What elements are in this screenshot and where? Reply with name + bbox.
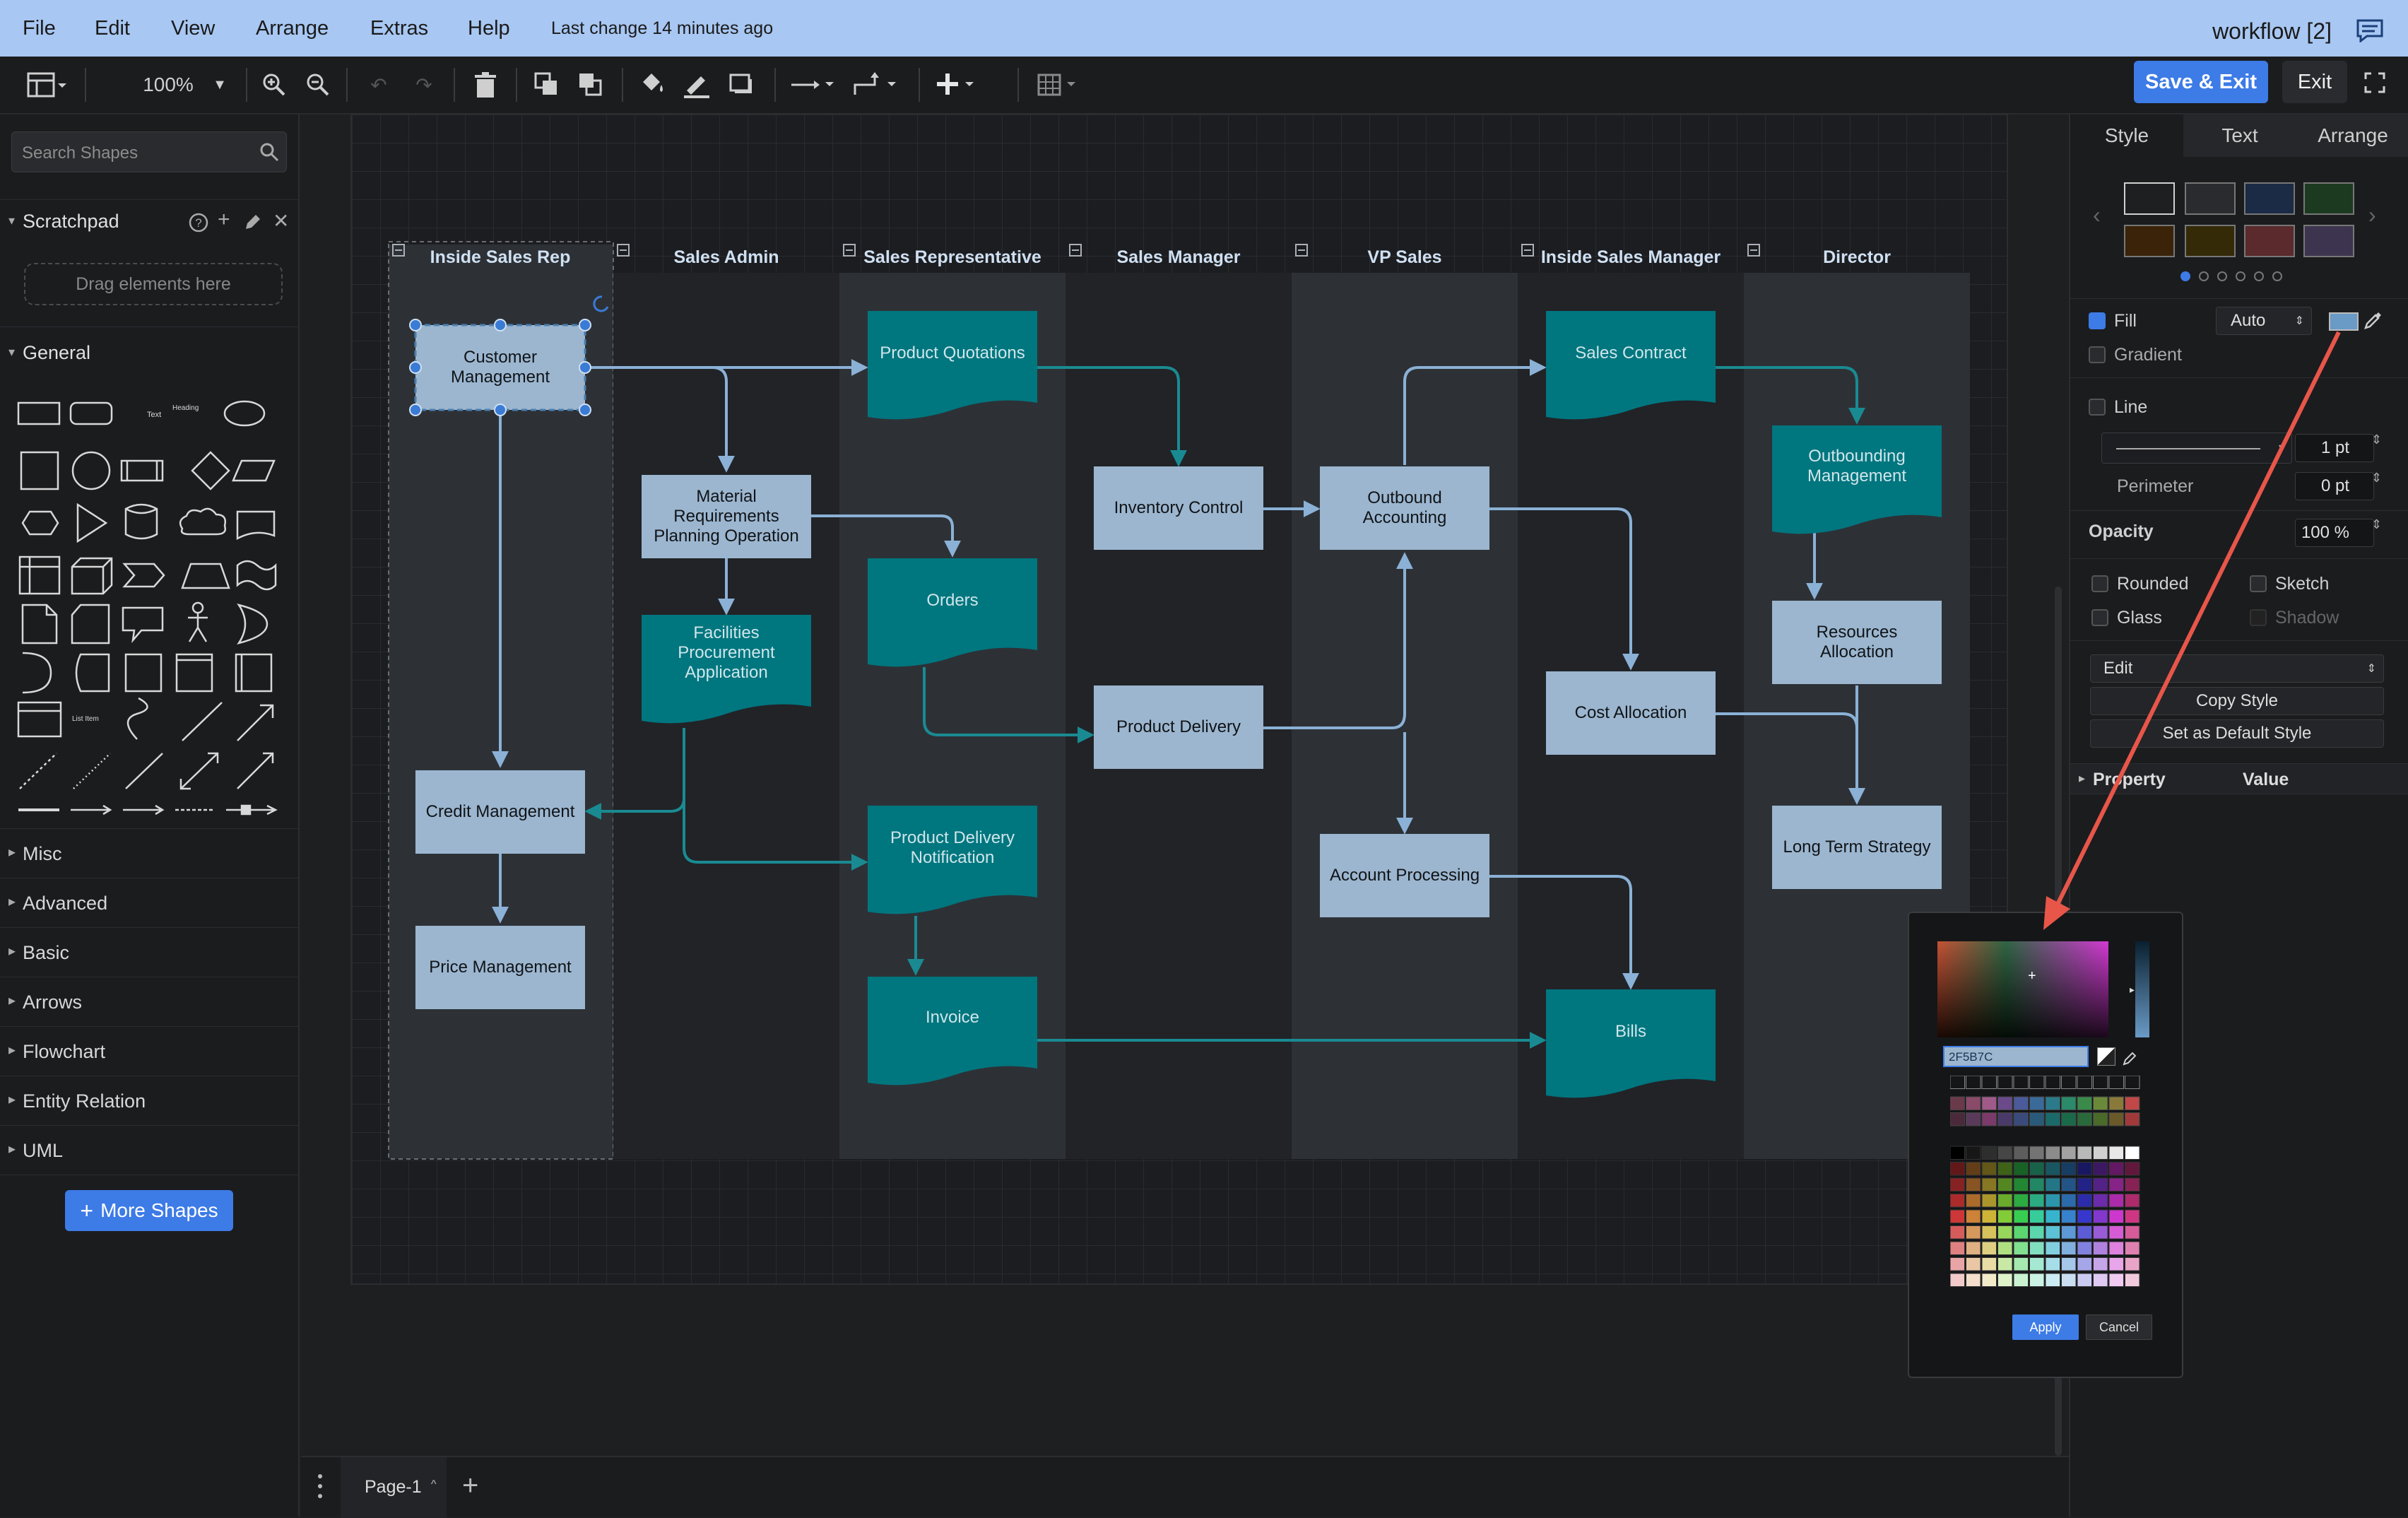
- chevron-up-icon[interactable]: ^: [431, 1478, 437, 1491]
- add-page-icon[interactable]: +: [462, 1470, 478, 1502]
- page-tab[interactable]: Page-1 ^: [341, 1457, 447, 1518]
- annotation-arrow: [2050, 331, 2341, 917]
- annotation-overlay: [2043, 331, 2341, 930]
- page-menu-icon[interactable]: [318, 1474, 324, 1501]
- page-tab-label: Page-1: [365, 1477, 422, 1497]
- page-tabs-bar: Page-1 ^ +: [301, 1456, 2069, 1518]
